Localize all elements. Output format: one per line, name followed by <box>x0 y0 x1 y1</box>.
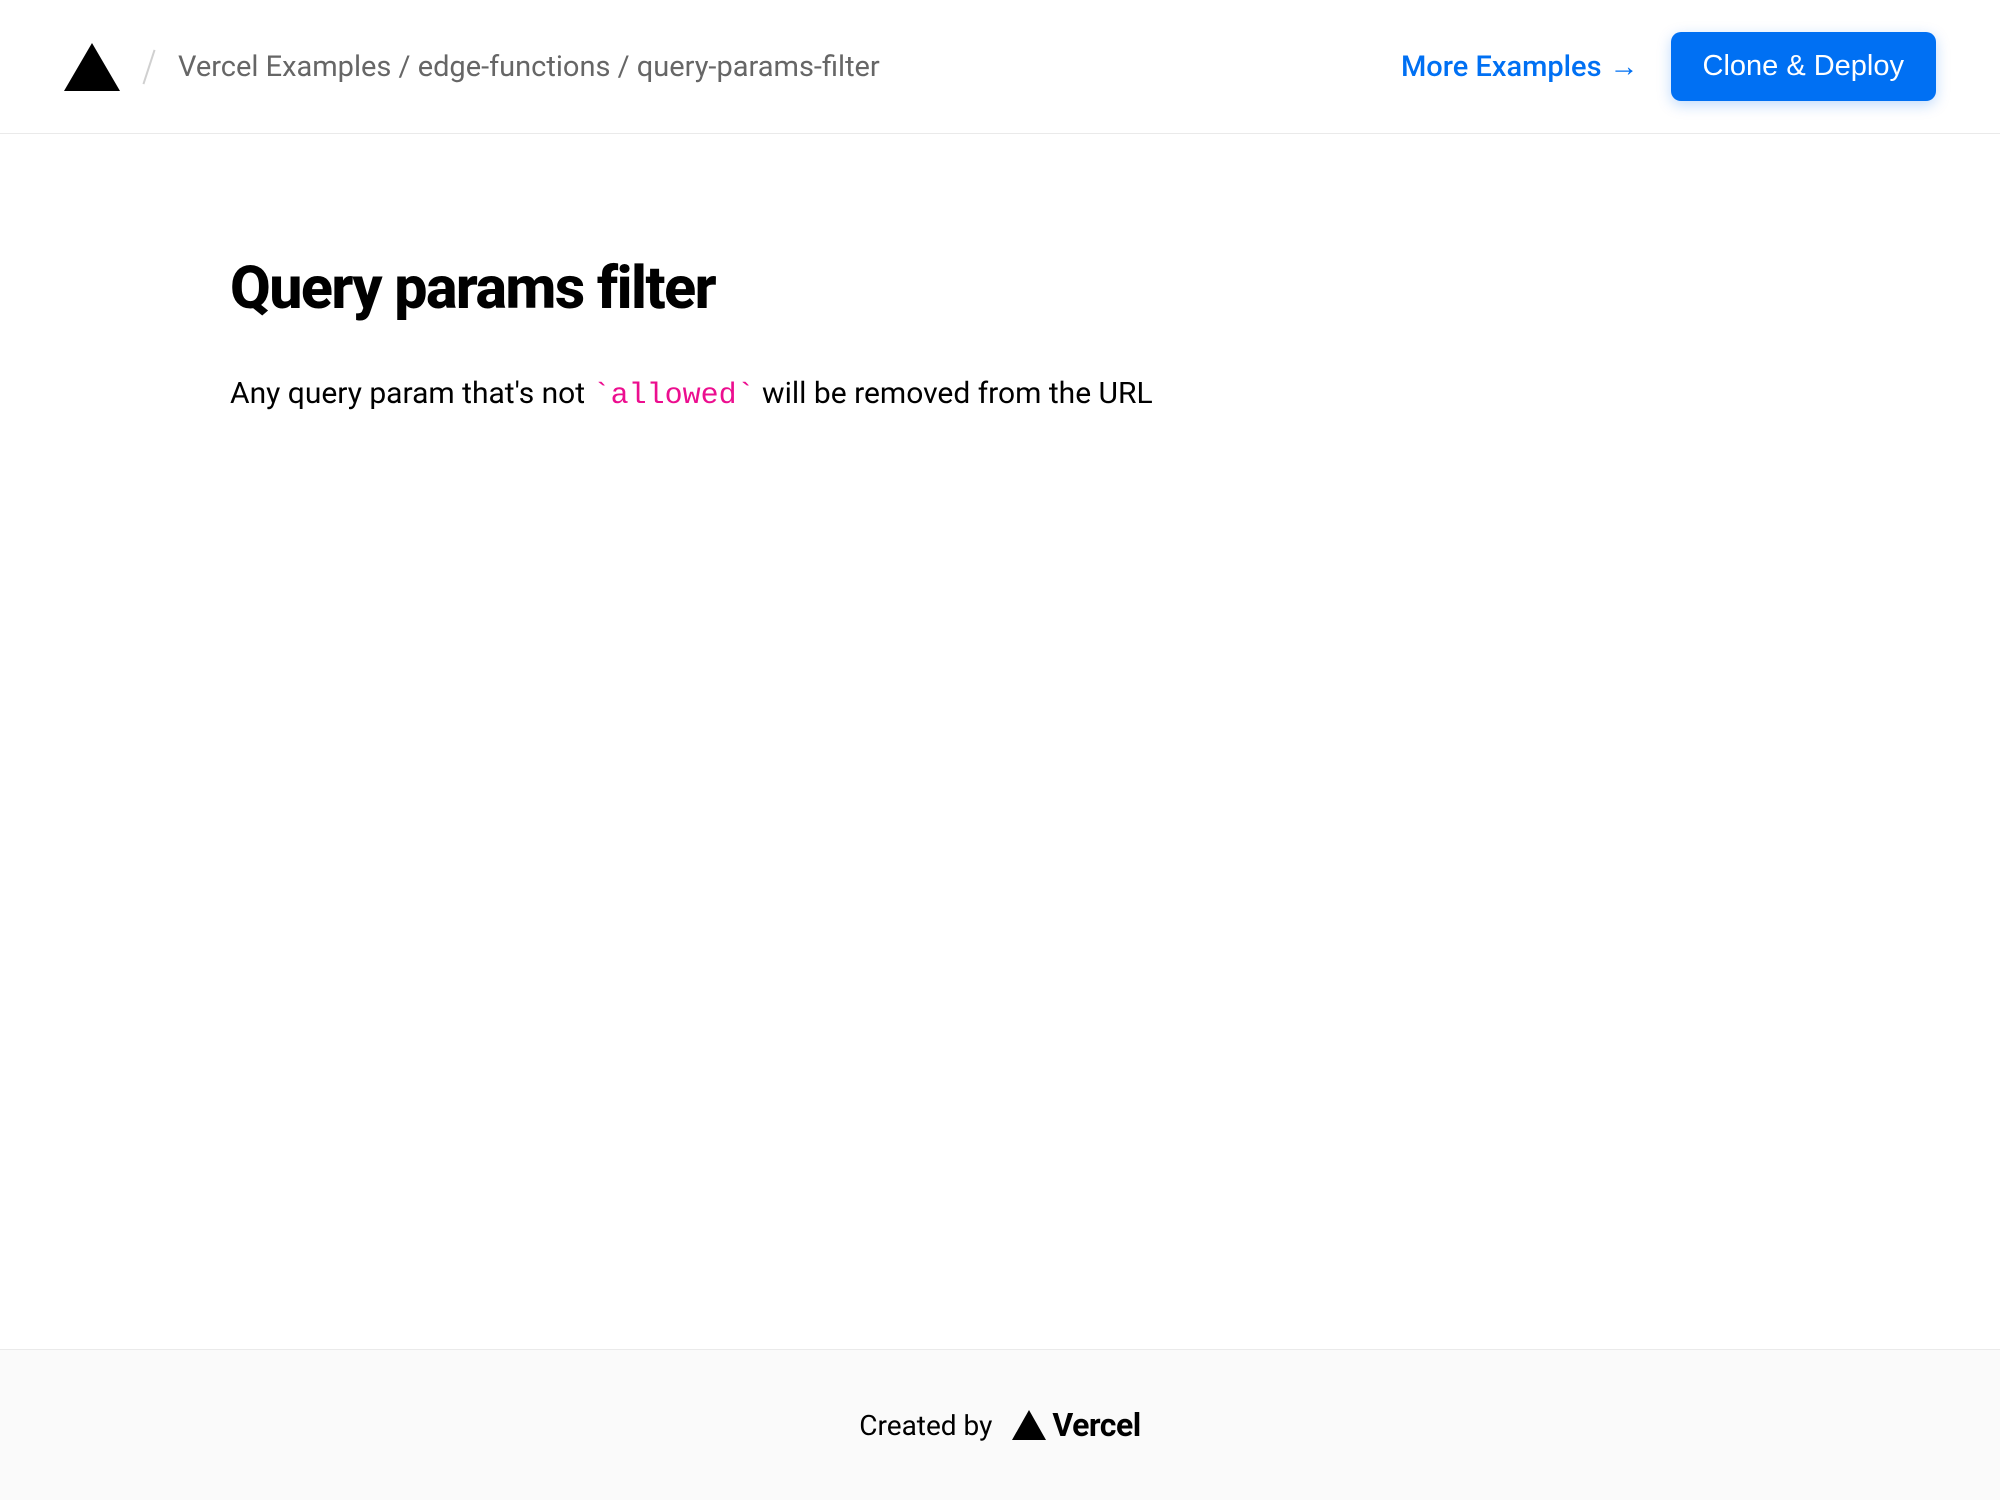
more-examples-link[interactable]: More Examples → <box>1401 50 1639 84</box>
description-after: will be removed from the URL <box>755 376 1153 411</box>
header: Vercel Examples / edge-functions / query… <box>0 0 2000 134</box>
header-right: More Examples → Clone & Deploy <box>1401 32 1936 101</box>
vercel-brand-text: Vercel <box>1052 1406 1140 1444</box>
header-left: Vercel Examples / edge-functions / query… <box>64 43 880 91</box>
slash-divider-icon <box>142 49 155 84</box>
breadcrumb[interactable]: Vercel Examples / edge-functions / query… <box>178 50 880 84</box>
vercel-footer-icon <box>1012 1410 1046 1440</box>
clone-deploy-button[interactable]: Clone & Deploy <box>1671 32 1937 101</box>
footer-created-by: Created by <box>859 1409 992 1442</box>
description-before: Any query param that's not <box>230 376 593 411</box>
vercel-logo-icon <box>64 43 120 91</box>
main-content: Query params filter Any query param that… <box>0 134 2000 1349</box>
arrow-right-icon: → <box>1610 50 1639 84</box>
code-inline: `allowed` <box>593 379 755 413</box>
description: Any query param that's not `allowed` wil… <box>230 371 1770 419</box>
footer: Created by Vercel <box>0 1349 2000 1500</box>
vercel-footer-link[interactable]: Vercel <box>1012 1406 1140 1444</box>
more-examples-label: More Examples <box>1401 50 1602 84</box>
vercel-logo-link[interactable] <box>64 43 120 91</box>
page-title: Query params filter <box>230 254 1770 323</box>
